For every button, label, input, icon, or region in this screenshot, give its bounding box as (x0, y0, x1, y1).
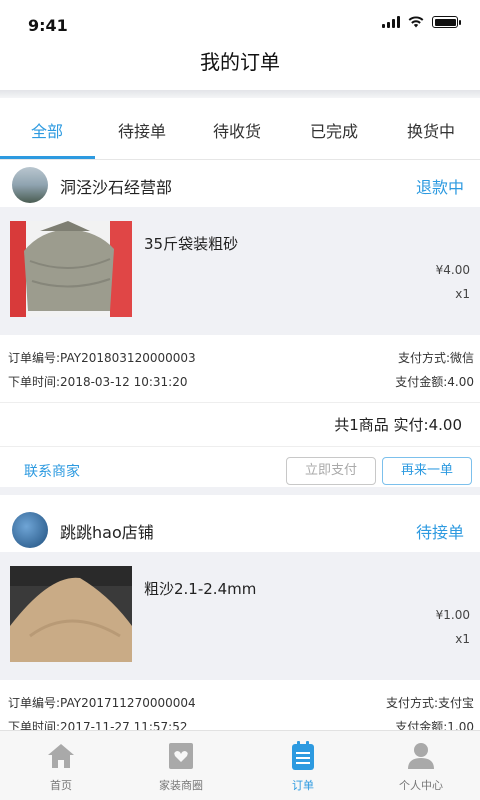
order-status: 待接单 (415, 523, 464, 542)
nav-shadow (0, 90, 480, 98)
reorder-button[interactable]: 再来一单 (382, 457, 472, 485)
tab-all[interactable]: 全部 (2, 118, 92, 142)
shop-row[interactable]: 洞泾沙石经营部 退款中 (0, 161, 480, 207)
pay-now-button[interactable]: 立即支付 (286, 457, 376, 485)
tabbar-home[interactable]: 首页 (6, 739, 116, 793)
product-quantity: x1 (455, 287, 470, 301)
status-icons (382, 16, 461, 28)
order-icon (292, 741, 314, 770)
tab-underline (0, 156, 95, 159)
contact-seller-link[interactable]: 联系商家 (24, 461, 80, 481)
tabbar-label: 首页 (50, 779, 72, 792)
order-info: 订单编号:PAY201803120000003 支付方式:微信 下单时间:201… (0, 335, 480, 403)
payment-method: 支付方式:微信 (397, 351, 474, 365)
wifi-icon (408, 16, 424, 28)
battery-icon (432, 16, 461, 28)
order-card: 洞泾沙石经营部 退款中 35斤袋装粗砂 ¥4.00 x1 订单编号:PAY201… (0, 161, 480, 495)
order-number: 订单编号:PAY201711270000004 (8, 696, 196, 710)
product-name: 35斤袋装粗砂 (144, 235, 239, 253)
tab-completed[interactable]: 已完成 (289, 118, 379, 142)
order-tabs: 全部 待接单 待收货 已完成 换货中 (0, 98, 480, 160)
product-row[interactable]: 粗沙2.1-2.4mm ¥1.00 x1 (0, 552, 480, 680)
tabbar-label: 个人中心 (399, 779, 443, 792)
tabbar-shop-circle[interactable]: 家装商圈 (126, 739, 236, 793)
shop-avatar (12, 167, 48, 203)
order-number: 订单编号:PAY201803120000003 (8, 351, 196, 365)
status-time: 9:41 (28, 16, 68, 35)
product-image (10, 566, 132, 662)
product-name: 粗沙2.1-2.4mm (144, 580, 257, 598)
product-price: ¥1.00 (435, 608, 470, 622)
shop-row[interactable]: 跳跳hao店铺 待接单 (0, 506, 480, 552)
payment-amount: 支付金额:4.00 (395, 375, 474, 389)
signal-icon (382, 16, 400, 28)
page-title: 我的订单 (200, 50, 280, 74)
home-icon (48, 744, 74, 768)
tabbar-profile[interactable]: 个人中心 (366, 739, 476, 793)
shop-circle-icon (169, 743, 193, 769)
order-time: 下单时间:2018-03-12 10:31:20 (8, 375, 188, 389)
order-status: 退款中 (415, 178, 464, 197)
status-bar: 9:41 (0, 0, 480, 44)
order-total: 共1商品 实付:4.00 (0, 403, 480, 447)
payment-method: 支付方式:支付宝 (385, 696, 474, 710)
tabbar-label: 订单 (292, 779, 314, 792)
order-actions: 联系商家 立即支付 再来一单 (0, 447, 480, 495)
product-image (10, 221, 132, 317)
tab-pending-receive[interactable]: 待收货 (192, 118, 282, 142)
tab-exchange[interactable]: 换货中 (386, 118, 476, 142)
shop-avatar (12, 512, 48, 548)
total-text: 共1商品 实付:4.00 (334, 416, 462, 434)
product-row[interactable]: 35斤袋装粗砂 ¥4.00 x1 (0, 207, 480, 335)
shop-name: 洞泾沙石经营部 (60, 178, 173, 197)
tabbar-orders[interactable]: 订单 (248, 739, 358, 793)
nav-bar: 我的订单 (0, 44, 480, 90)
bottom-tab-bar: 首页 家装商圈 订单 个人中心 (0, 730, 480, 800)
order-card: 跳跳hao店铺 待接单 粗沙2.1-2.4mm ¥1.00 x1 订单编号:PA… (0, 506, 480, 748)
tab-pending-accept[interactable]: 待接单 (97, 118, 187, 142)
product-quantity: x1 (455, 632, 470, 646)
person-icon (408, 743, 434, 769)
shop-name: 跳跳hao店铺 (60, 523, 154, 542)
tabbar-label: 家装商圈 (159, 779, 203, 792)
product-price: ¥4.00 (435, 263, 470, 277)
